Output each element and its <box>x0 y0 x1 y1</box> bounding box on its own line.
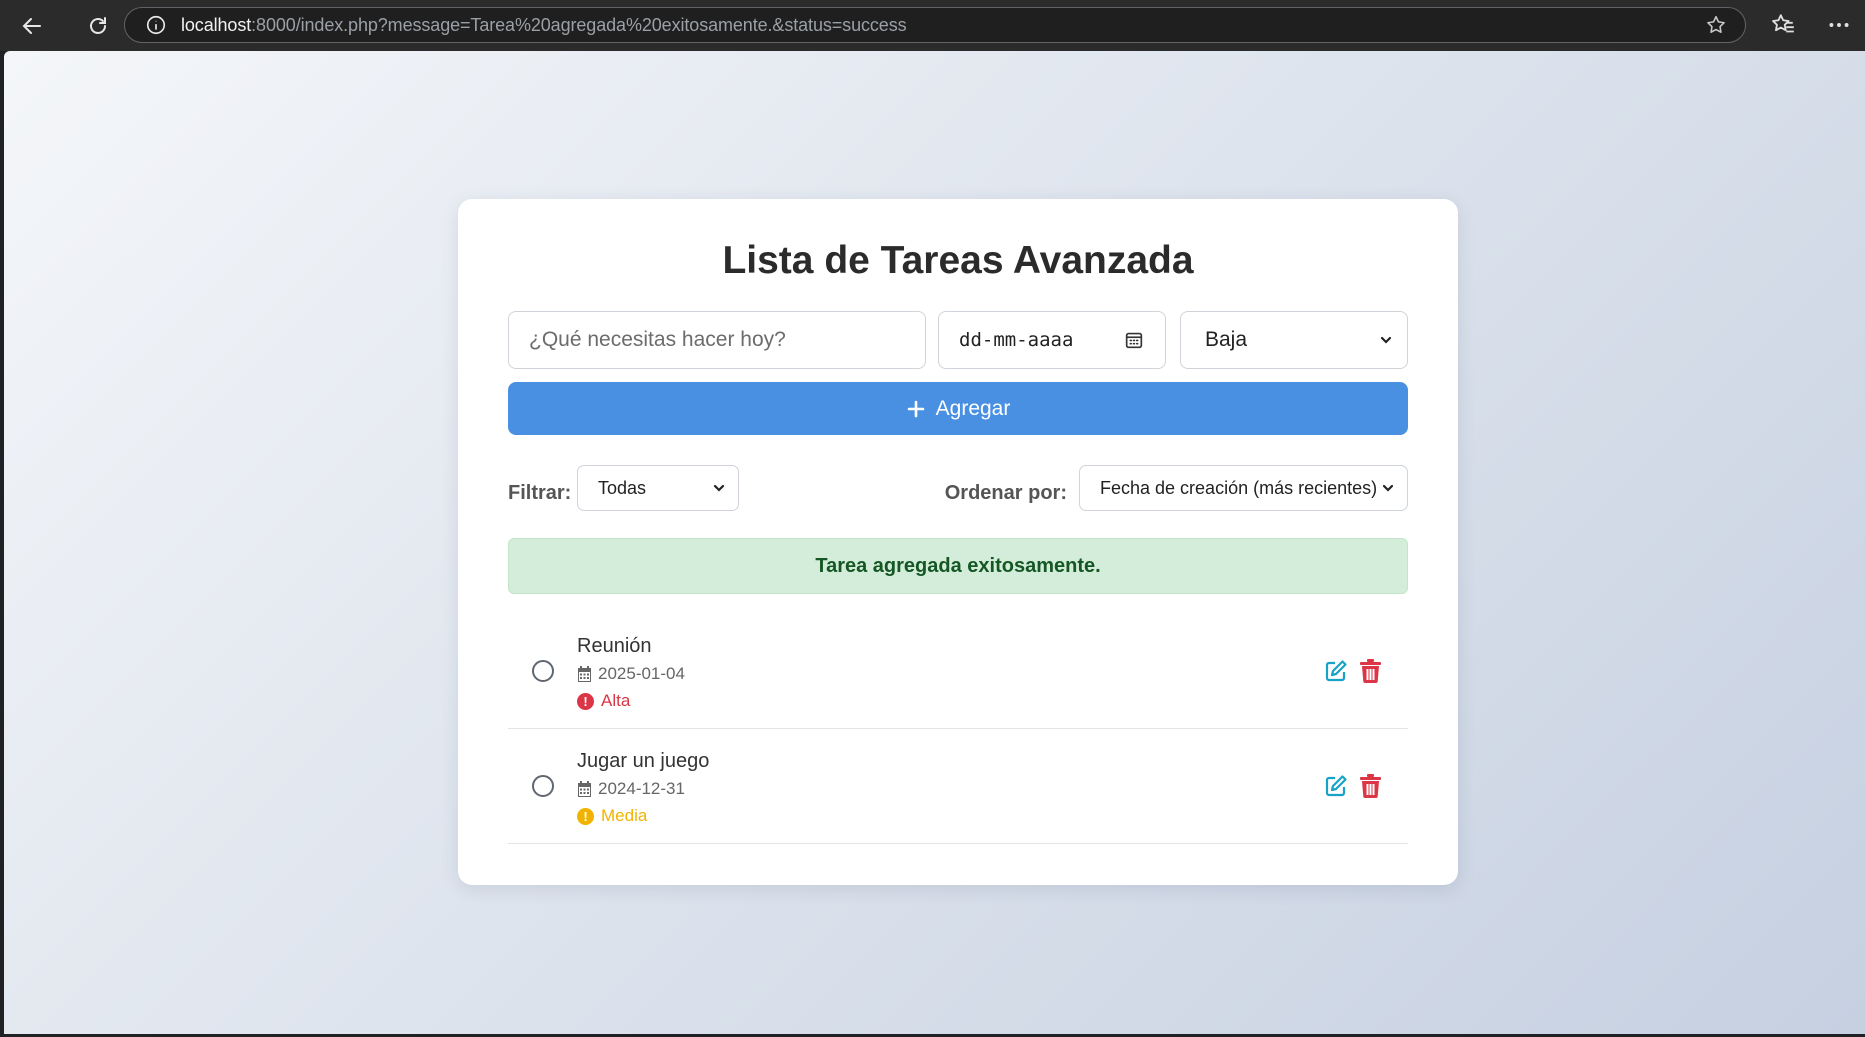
reload-button[interactable] <box>76 4 120 48</box>
task-title: Jugar un juego <box>577 750 710 772</box>
calendar-icon <box>578 781 591 797</box>
task-priority-text: Media <box>601 806 648 825</box>
task-title: Reunión <box>577 635 652 657</box>
add-button-label: Agregar <box>935 396 1011 420</box>
task-list: Reunión 2025-01-04 ! Alta Jugar un juego… <box>508 614 1408 844</box>
calendar-icon[interactable] <box>1123 329 1145 351</box>
reload-icon <box>90 16 106 34</box>
url-path: :8000/index.php?message=Tarea%20agregada… <box>251 14 907 35</box>
task-date: 2025-01-04 <box>577 664 685 684</box>
task-priority: ! Alta <box>577 691 630 711</box>
task-priority-text: Alta <box>601 691 631 710</box>
page-viewport: Lista de Tareas Avanzada dd-mm-aaaa Baja… <box>4 51 1865 1034</box>
sort-selected-value: Fecha de creación (más recientes) <box>1100 477 1378 498</box>
address-bar[interactable]: localhost:8000/index.php?message=Tarea%2… <box>124 7 1746 43</box>
task-date: 2024-12-31 <box>577 779 685 799</box>
add-task-button[interactable]: Agregar <box>508 382 1408 435</box>
task-date-text: 2025-01-04 <box>598 664 685 683</box>
info-icon[interactable] <box>145 14 167 36</box>
edit-icon[interactable] <box>1324 774 1348 798</box>
sort-label: Ordenar por: <box>944 482 1067 504</box>
task-input[interactable] <box>508 311 926 369</box>
chevron-down-icon <box>1380 336 1392 344</box>
calendar-icon <box>578 666 591 682</box>
trash-icon[interactable] <box>1360 659 1381 683</box>
arrow-left-icon <box>22 17 41 34</box>
edit-icon[interactable] <box>1324 659 1348 683</box>
page-title: Lista de Tareas Avanzada <box>722 239 1194 282</box>
date-placeholder: dd-mm-aaaa <box>959 329 1074 351</box>
exclamation-circle-icon: ! <box>577 807 594 825</box>
back-button[interactable] <box>10 4 54 48</box>
filter-select[interactable]: Todas <box>577 465 739 511</box>
complete-checkbox[interactable] <box>532 775 554 797</box>
exclamation-circle-icon: ! <box>577 692 594 710</box>
filter-selected-value: Todas <box>598 477 647 498</box>
bookmark-star-icon[interactable] <box>1705 14 1727 36</box>
todo-card: Lista de Tareas Avanzada dd-mm-aaaa Baja… <box>458 199 1458 885</box>
url-host: localhost <box>181 14 252 35</box>
trash-icon[interactable] <box>1360 774 1381 798</box>
filter-label: Filtrar: <box>508 482 572 504</box>
favorites-icon[interactable] <box>1770 12 1796 38</box>
chevron-down-icon <box>1382 484 1394 492</box>
complete-checkbox[interactable] <box>532 660 554 682</box>
priority-select[interactable]: Baja <box>1180 311 1408 369</box>
plus-icon <box>907 400 924 417</box>
task-item: Jugar un juego 2024-12-31 ! Media <box>508 729 1408 844</box>
success-alert: Tarea agregada exitosamente. <box>508 538 1408 594</box>
date-input[interactable]: dd-mm-aaaa <box>938 311 1166 369</box>
task-date-text: 2024-12-31 <box>598 779 685 798</box>
alert-message: Tarea agregada exitosamente. <box>815 554 1101 577</box>
sort-select[interactable]: Fecha de creación (más recientes) <box>1079 465 1408 511</box>
more-options-icon[interactable] <box>1826 12 1852 38</box>
chevron-down-icon <box>713 484 725 492</box>
task-item: Reunión 2025-01-04 ! Alta <box>508 614 1408 729</box>
browser-toolbar: localhost:8000/index.php?message=Tarea%2… <box>0 0 1865 51</box>
task-priority: ! Media <box>577 806 647 826</box>
url-text: localhost:8000/index.php?message=Tarea%2… <box>181 15 907 36</box>
priority-selected-value: Baja <box>1205 328 1248 351</box>
